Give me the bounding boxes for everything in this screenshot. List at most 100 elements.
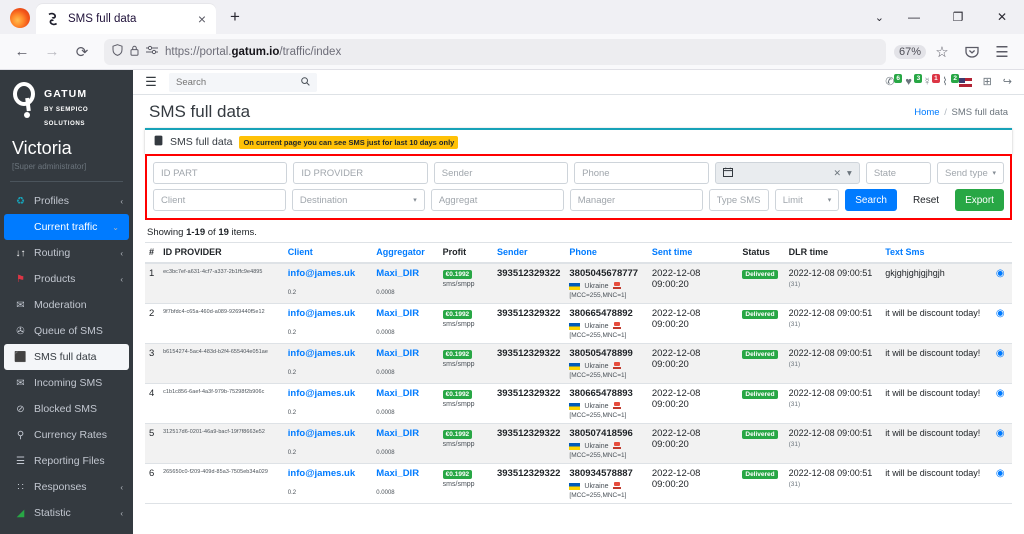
sender-input[interactable] bbox=[441, 167, 561, 179]
sidebar-item-reporting-files[interactable]: ☰ Reporting Files bbox=[0, 448, 133, 474]
type-sms-input[interactable] bbox=[716, 194, 761, 206]
column-header-aggregator[interactable]: Aggregator bbox=[372, 242, 439, 264]
aggregator-link[interactable]: Maxi_DIR bbox=[376, 428, 419, 439]
back-button[interactable]: ← bbox=[8, 38, 36, 66]
filter-phone[interactable] bbox=[574, 162, 709, 184]
column-header-text-sms[interactable]: Text Sms bbox=[881, 242, 992, 264]
chevron-icon[interactable]: ‹ bbox=[120, 197, 123, 206]
shield-icon[interactable] bbox=[112, 44, 123, 59]
alert-icon[interactable]: ♥ 3 bbox=[905, 73, 923, 88]
client-link[interactable]: info@james.uk bbox=[288, 308, 355, 319]
export-button[interactable]: Export bbox=[955, 189, 1004, 211]
bookmark-icon[interactable]: ☆ bbox=[928, 38, 956, 66]
tab-close-icon[interactable]: × bbox=[194, 12, 210, 26]
sidebar-item-incoming-sms[interactable]: ✉ Incoming SMS bbox=[0, 370, 133, 396]
sidebar-item-products[interactable]: ⚑ Products ‹ bbox=[0, 266, 133, 292]
maximize-button[interactable]: ❐ bbox=[936, 0, 980, 34]
address-bar[interactable]: https://portal.gatum.io/traffic/index bbox=[104, 38, 886, 65]
new-tab-button[interactable]: + bbox=[222, 5, 248, 31]
client-link[interactable]: info@james.uk bbox=[288, 388, 355, 399]
filter-manager[interactable] bbox=[569, 189, 703, 211]
sidebar-item-moderation[interactable]: ✉ Moderation bbox=[0, 292, 133, 318]
filter-aggregat[interactable] bbox=[430, 189, 564, 211]
close-window-button[interactable]: ✕ bbox=[980, 0, 1024, 34]
tab-list-chevron-icon[interactable]: ⌄ bbox=[875, 0, 884, 34]
breadcrumb-home-link[interactable]: Home bbox=[914, 107, 939, 118]
sidebar-item-statistic[interactable]: ◢ Statistic ‹ bbox=[0, 500, 133, 526]
grid-icon[interactable]: ⊞ bbox=[983, 76, 992, 88]
logout-icon[interactable]: ↪ bbox=[1003, 76, 1012, 88]
filter-sender[interactable] bbox=[433, 162, 569, 184]
search-input[interactable] bbox=[176, 76, 301, 88]
chevron-down-icon[interactable]: ▾ bbox=[828, 196, 832, 204]
column-header-sent-time[interactable]: Sent time bbox=[647, 242, 739, 264]
sidebar-item-sms-full-data[interactable]: ⬛ SMS full data bbox=[4, 344, 129, 370]
sidebar-item-current-traffic[interactable]: Current traffic ⌄ bbox=[4, 214, 129, 240]
filter-type-sms[interactable] bbox=[708, 189, 769, 211]
id-provider-input[interactable] bbox=[301, 167, 420, 179]
brand-logo[interactable]: GATUM BY SEMPICO SOLUTIONS bbox=[0, 70, 133, 134]
chevron-down-icon[interactable]: ▾ bbox=[992, 169, 996, 177]
app-menu-icon[interactable]: ☰ bbox=[988, 38, 1016, 66]
lock-icon[interactable] bbox=[130, 45, 139, 59]
reload-button[interactable]: ⟳ bbox=[68, 38, 96, 66]
client-link[interactable]: info@james.uk bbox=[288, 428, 355, 439]
chevron-down-icon[interactable]: ▾ bbox=[847, 168, 852, 179]
view-icon[interactable]: ◉ bbox=[996, 348, 1005, 359]
chevron-icon[interactable]: ‹ bbox=[120, 509, 123, 518]
sms-icon[interactable]: ✆ 6 bbox=[885, 73, 903, 88]
search-button[interactable]: Search bbox=[845, 189, 897, 211]
sidebar-toggle-icon[interactable]: ☰ bbox=[141, 74, 161, 90]
view-icon[interactable]: ◉ bbox=[996, 388, 1005, 399]
state-input[interactable] bbox=[873, 167, 923, 179]
permissions-icon[interactable] bbox=[146, 45, 158, 58]
client-link[interactable]: info@james.uk bbox=[288, 268, 355, 279]
aggregator-link[interactable]: Maxi_DIR bbox=[376, 348, 419, 359]
chevron-icon[interactable]: ‹ bbox=[120, 275, 123, 284]
pocket-icon[interactable] bbox=[958, 38, 986, 66]
aggregator-link[interactable]: Maxi_DIR bbox=[376, 268, 419, 279]
sidebar-item-currency-rates[interactable]: ⚲ Currency Rates bbox=[0, 422, 133, 448]
view-icon[interactable]: ◉ bbox=[996, 468, 1005, 479]
client-link[interactable]: info@james.uk bbox=[288, 348, 355, 359]
minimize-button[interactable]: — bbox=[892, 0, 936, 34]
language-flag-icon[interactable] bbox=[958, 77, 972, 87]
filter-client[interactable] bbox=[153, 189, 286, 211]
aggregator-link[interactable]: Maxi_DIR bbox=[376, 468, 419, 479]
filter-id-provider[interactable] bbox=[293, 162, 428, 184]
filter-send-type[interactable]: Send type ▾ bbox=[936, 162, 1004, 184]
filter-date-range[interactable]: ✕ ▾ bbox=[714, 162, 860, 184]
column-header-phone[interactable]: Phone bbox=[565, 242, 648, 264]
sidebar-item-settings[interactable]: ⚙Settings‹ bbox=[0, 526, 133, 534]
filter-destination[interactable]: Destination ▾ bbox=[291, 189, 425, 211]
pulse-icon[interactable]: ⌇ 2 bbox=[942, 73, 960, 88]
view-icon[interactable]: ◉ bbox=[996, 308, 1005, 319]
browser-tab[interactable]: SMS full data × bbox=[36, 4, 216, 34]
client-link[interactable]: info@james.uk bbox=[288, 468, 355, 479]
sidebar-item-queue-of-sms[interactable]: ✇ Queue of SMS bbox=[0, 318, 133, 344]
forward-button[interactable]: → bbox=[38, 38, 66, 66]
chevron-down-icon[interactable]: ▾ bbox=[413, 196, 417, 204]
sidebar-item-blocked-sms[interactable]: ⊘ Blocked SMS bbox=[0, 396, 133, 422]
user-icon[interactable]: ☿ 1 bbox=[923, 73, 940, 88]
chevron-icon[interactable]: ‹ bbox=[120, 483, 123, 492]
column-header-client[interactable]: Client bbox=[283, 242, 373, 264]
sidebar-item-routing[interactable]: ↓↑ Routing ‹ bbox=[0, 240, 133, 266]
sidebar-item-profiles[interactable]: ♻ Profiles ‹ bbox=[0, 188, 133, 214]
global-search[interactable] bbox=[169, 72, 317, 92]
clear-date-icon[interactable]: ✕ bbox=[833, 168, 841, 179]
view-icon[interactable]: ◉ bbox=[996, 428, 1005, 439]
filter-state[interactable] bbox=[865, 162, 931, 184]
aggregator-link[interactable]: Maxi_DIR bbox=[376, 308, 419, 319]
filter-id-part[interactable] bbox=[153, 162, 288, 184]
aggregat-input[interactable] bbox=[438, 194, 556, 206]
zoom-level-badge[interactable]: 67% bbox=[893, 44, 926, 59]
column-header-sender[interactable]: Sender bbox=[492, 242, 566, 264]
sidebar-item-responses[interactable]: ∷ Responses ‹ bbox=[0, 474, 133, 500]
chevron-icon[interactable]: ‹ bbox=[120, 249, 123, 258]
view-icon[interactable]: ◉ bbox=[996, 268, 1005, 279]
filter-limit[interactable]: Limit ▾ bbox=[774, 189, 840, 211]
calendar-icon[interactable] bbox=[722, 167, 733, 180]
phone-input[interactable] bbox=[582, 167, 701, 179]
reset-button[interactable]: Reset bbox=[902, 189, 950, 211]
